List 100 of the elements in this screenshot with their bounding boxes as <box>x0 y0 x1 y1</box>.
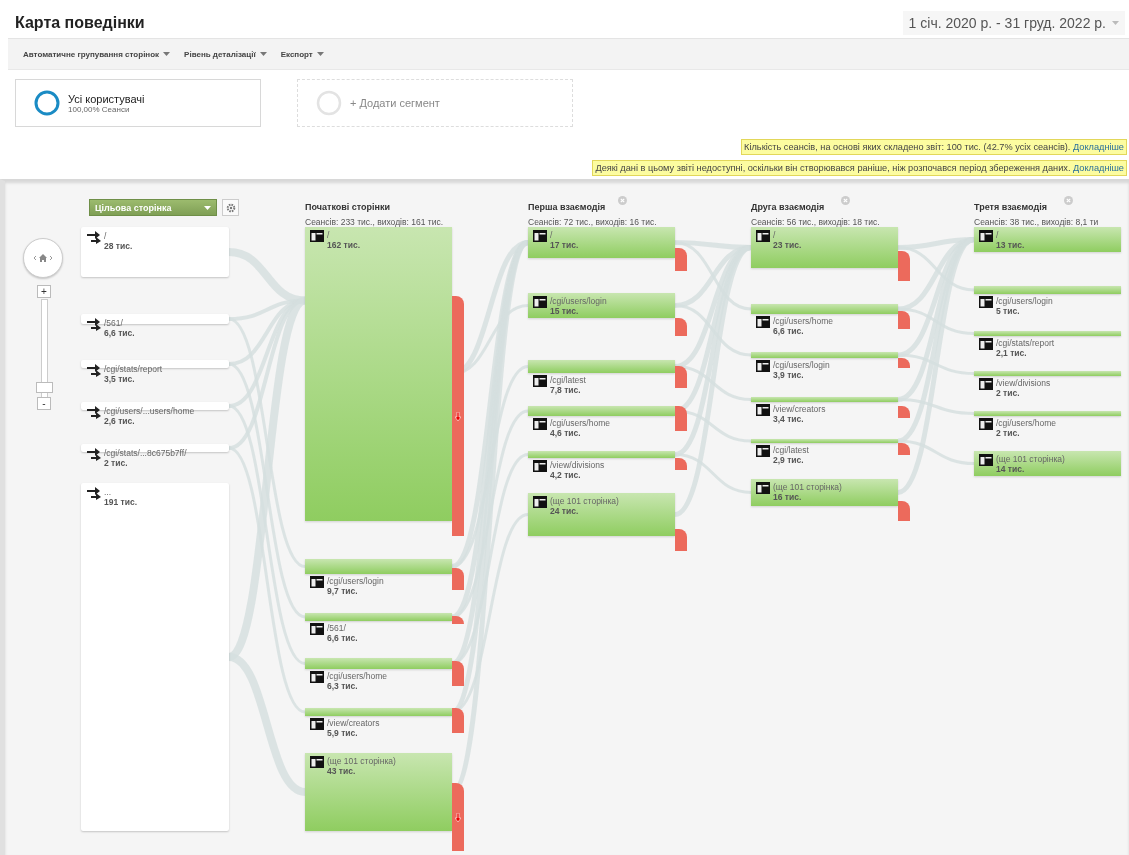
page-node[interactable] <box>528 406 675 416</box>
page-node[interactable] <box>751 439 898 443</box>
session-count: 191 тис. <box>104 497 138 507</box>
exit-bar[interactable] <box>675 248 687 271</box>
page-node[interactable] <box>974 286 1121 294</box>
page-icon <box>310 718 324 730</box>
page-node[interactable] <box>974 371 1121 376</box>
page-node[interactable] <box>751 227 898 268</box>
session-count: 17 тис. <box>550 240 579 250</box>
page-title: Карта поведінки <box>15 14 145 32</box>
exit-bar[interactable] <box>898 501 910 521</box>
toolbar-menu[interactable]: Експорт <box>280 49 324 59</box>
page-node[interactable] <box>528 451 675 458</box>
arrows-icon <box>87 487 101 500</box>
exit-bar[interactable] <box>898 251 910 281</box>
page-node[interactable] <box>974 451 1121 476</box>
page-node[interactable] <box>528 227 675 258</box>
settings-icon <box>225 202 236 213</box>
page-node[interactable] <box>305 227 452 521</box>
page-path: /view/divisions <box>996 378 1051 388</box>
session-count: 6,6 тис. <box>327 633 358 643</box>
page-path: /view/divisions <box>550 460 605 470</box>
home-icon <box>32 253 54 263</box>
page-icon <box>756 316 770 328</box>
exit-bar[interactable] <box>675 366 687 388</box>
session-count: 2,9 тис. <box>773 455 805 465</box>
remove-step-icon[interactable] <box>841 196 850 205</box>
zoom-out-button[interactable]: - <box>37 397 51 410</box>
remove-step-icon[interactable] <box>618 196 627 205</box>
page-path: /561/ <box>327 623 347 633</box>
exit-bar[interactable] <box>452 708 464 733</box>
page-path: /cgi/users/home <box>550 418 610 428</box>
page-icon <box>533 375 547 387</box>
page-icon <box>756 230 770 242</box>
session-count: 5 тис. <box>996 306 1021 316</box>
page-icon <box>310 756 324 768</box>
settings-button[interactable] <box>222 199 239 216</box>
page-node[interactable] <box>305 708 452 716</box>
column-summary: Сеансів: 56 тис., виходів: 18 тис. <box>751 217 881 227</box>
exit-bar[interactable] <box>452 616 464 624</box>
page-path: / <box>773 230 777 240</box>
zoom-slider-handle[interactable] <box>36 382 53 393</box>
page-node[interactable] <box>528 493 675 536</box>
exit-bar[interactable] <box>675 529 687 551</box>
page-node[interactable] <box>751 304 898 314</box>
column-title: Початкові сторінки <box>305 202 391 212</box>
session-count: 2,1 тис. <box>996 348 1028 358</box>
page-node[interactable] <box>974 331 1121 336</box>
caret-icon <box>316 52 324 56</box>
segment-card[interactable]: Усі користувачі 100,00% Сеанси <box>15 79 261 127</box>
toolbar-menu[interactable]: Рівень деталізації <box>184 49 267 59</box>
learn-more-link[interactable]: Докладніше <box>1073 142 1124 152</box>
session-count: 2,6 тис. <box>104 416 136 426</box>
exit-bar[interactable] <box>452 568 464 590</box>
page-path: /cgi/stats/...8c675b7ff/ <box>104 448 187 458</box>
page-node[interactable] <box>974 411 1121 416</box>
page-node[interactable] <box>974 227 1121 252</box>
exit-bar[interactable] <box>898 311 910 329</box>
page-path: / <box>996 230 1000 240</box>
page-node[interactable] <box>751 352 898 358</box>
source-node[interactable] <box>81 483 229 831</box>
notice-banner: Кількість сеансів, на основі яких складено звіт: 100 тис. (42.7% усіх сеансів). Докладніше <box>741 139 1127 155</box>
caret-icon <box>259 52 267 56</box>
add-segment-button[interactable]: + Додати сегмент <box>297 79 573 127</box>
exit-bar[interactable] <box>675 318 687 336</box>
page-node[interactable] <box>305 613 452 621</box>
page-icon <box>533 496 547 508</box>
page-node[interactable] <box>528 293 675 318</box>
date-range-picker[interactable]: 1 січ. 2020 р. - 31 груд. 2022 р. <box>902 11 1125 35</box>
column-summary: Сеансів: 233 тис., виходів: 161 тис. <box>305 217 445 227</box>
exit-bar[interactable] <box>898 358 910 368</box>
remove-step-icon[interactable] <box>1064 196 1073 205</box>
page-icon <box>533 296 547 308</box>
page-path: (ще 101 сторінка) <box>773 482 842 492</box>
zoom-in-button[interactable]: + <box>37 285 51 298</box>
session-count: 3,4 тис. <box>773 414 805 424</box>
source-node[interactable] <box>81 314 229 324</box>
caret-icon <box>163 52 171 56</box>
page-icon <box>310 671 324 683</box>
session-count: 6,6 тис. <box>773 326 805 336</box>
home-pan-control[interactable] <box>23 238 63 278</box>
arrows-icon <box>87 448 101 461</box>
exit-bar[interactable] <box>452 661 464 686</box>
page-node[interactable] <box>751 479 898 506</box>
exit-bar[interactable] <box>898 443 910 455</box>
page-node[interactable] <box>305 753 452 831</box>
exit-bar[interactable] <box>675 406 687 431</box>
page-node[interactable] <box>751 397 898 402</box>
exit-bar[interactable] <box>675 458 687 470</box>
toolbar-menu[interactable]: Автоматичне групування сторінок <box>23 49 171 59</box>
page-icon <box>310 623 324 635</box>
page-node[interactable] <box>305 559 452 574</box>
source-node[interactable] <box>81 227 229 277</box>
learn-more-link[interactable]: Докладніше <box>1073 163 1124 173</box>
column-title: Друга взаємодія <box>751 202 825 212</box>
session-count: 9,7 тис. <box>327 586 359 596</box>
page-node[interactable] <box>305 658 452 669</box>
exit-bar[interactable] <box>898 406 910 418</box>
exit-bar[interactable] <box>452 783 464 851</box>
page-node[interactable] <box>528 360 675 373</box>
